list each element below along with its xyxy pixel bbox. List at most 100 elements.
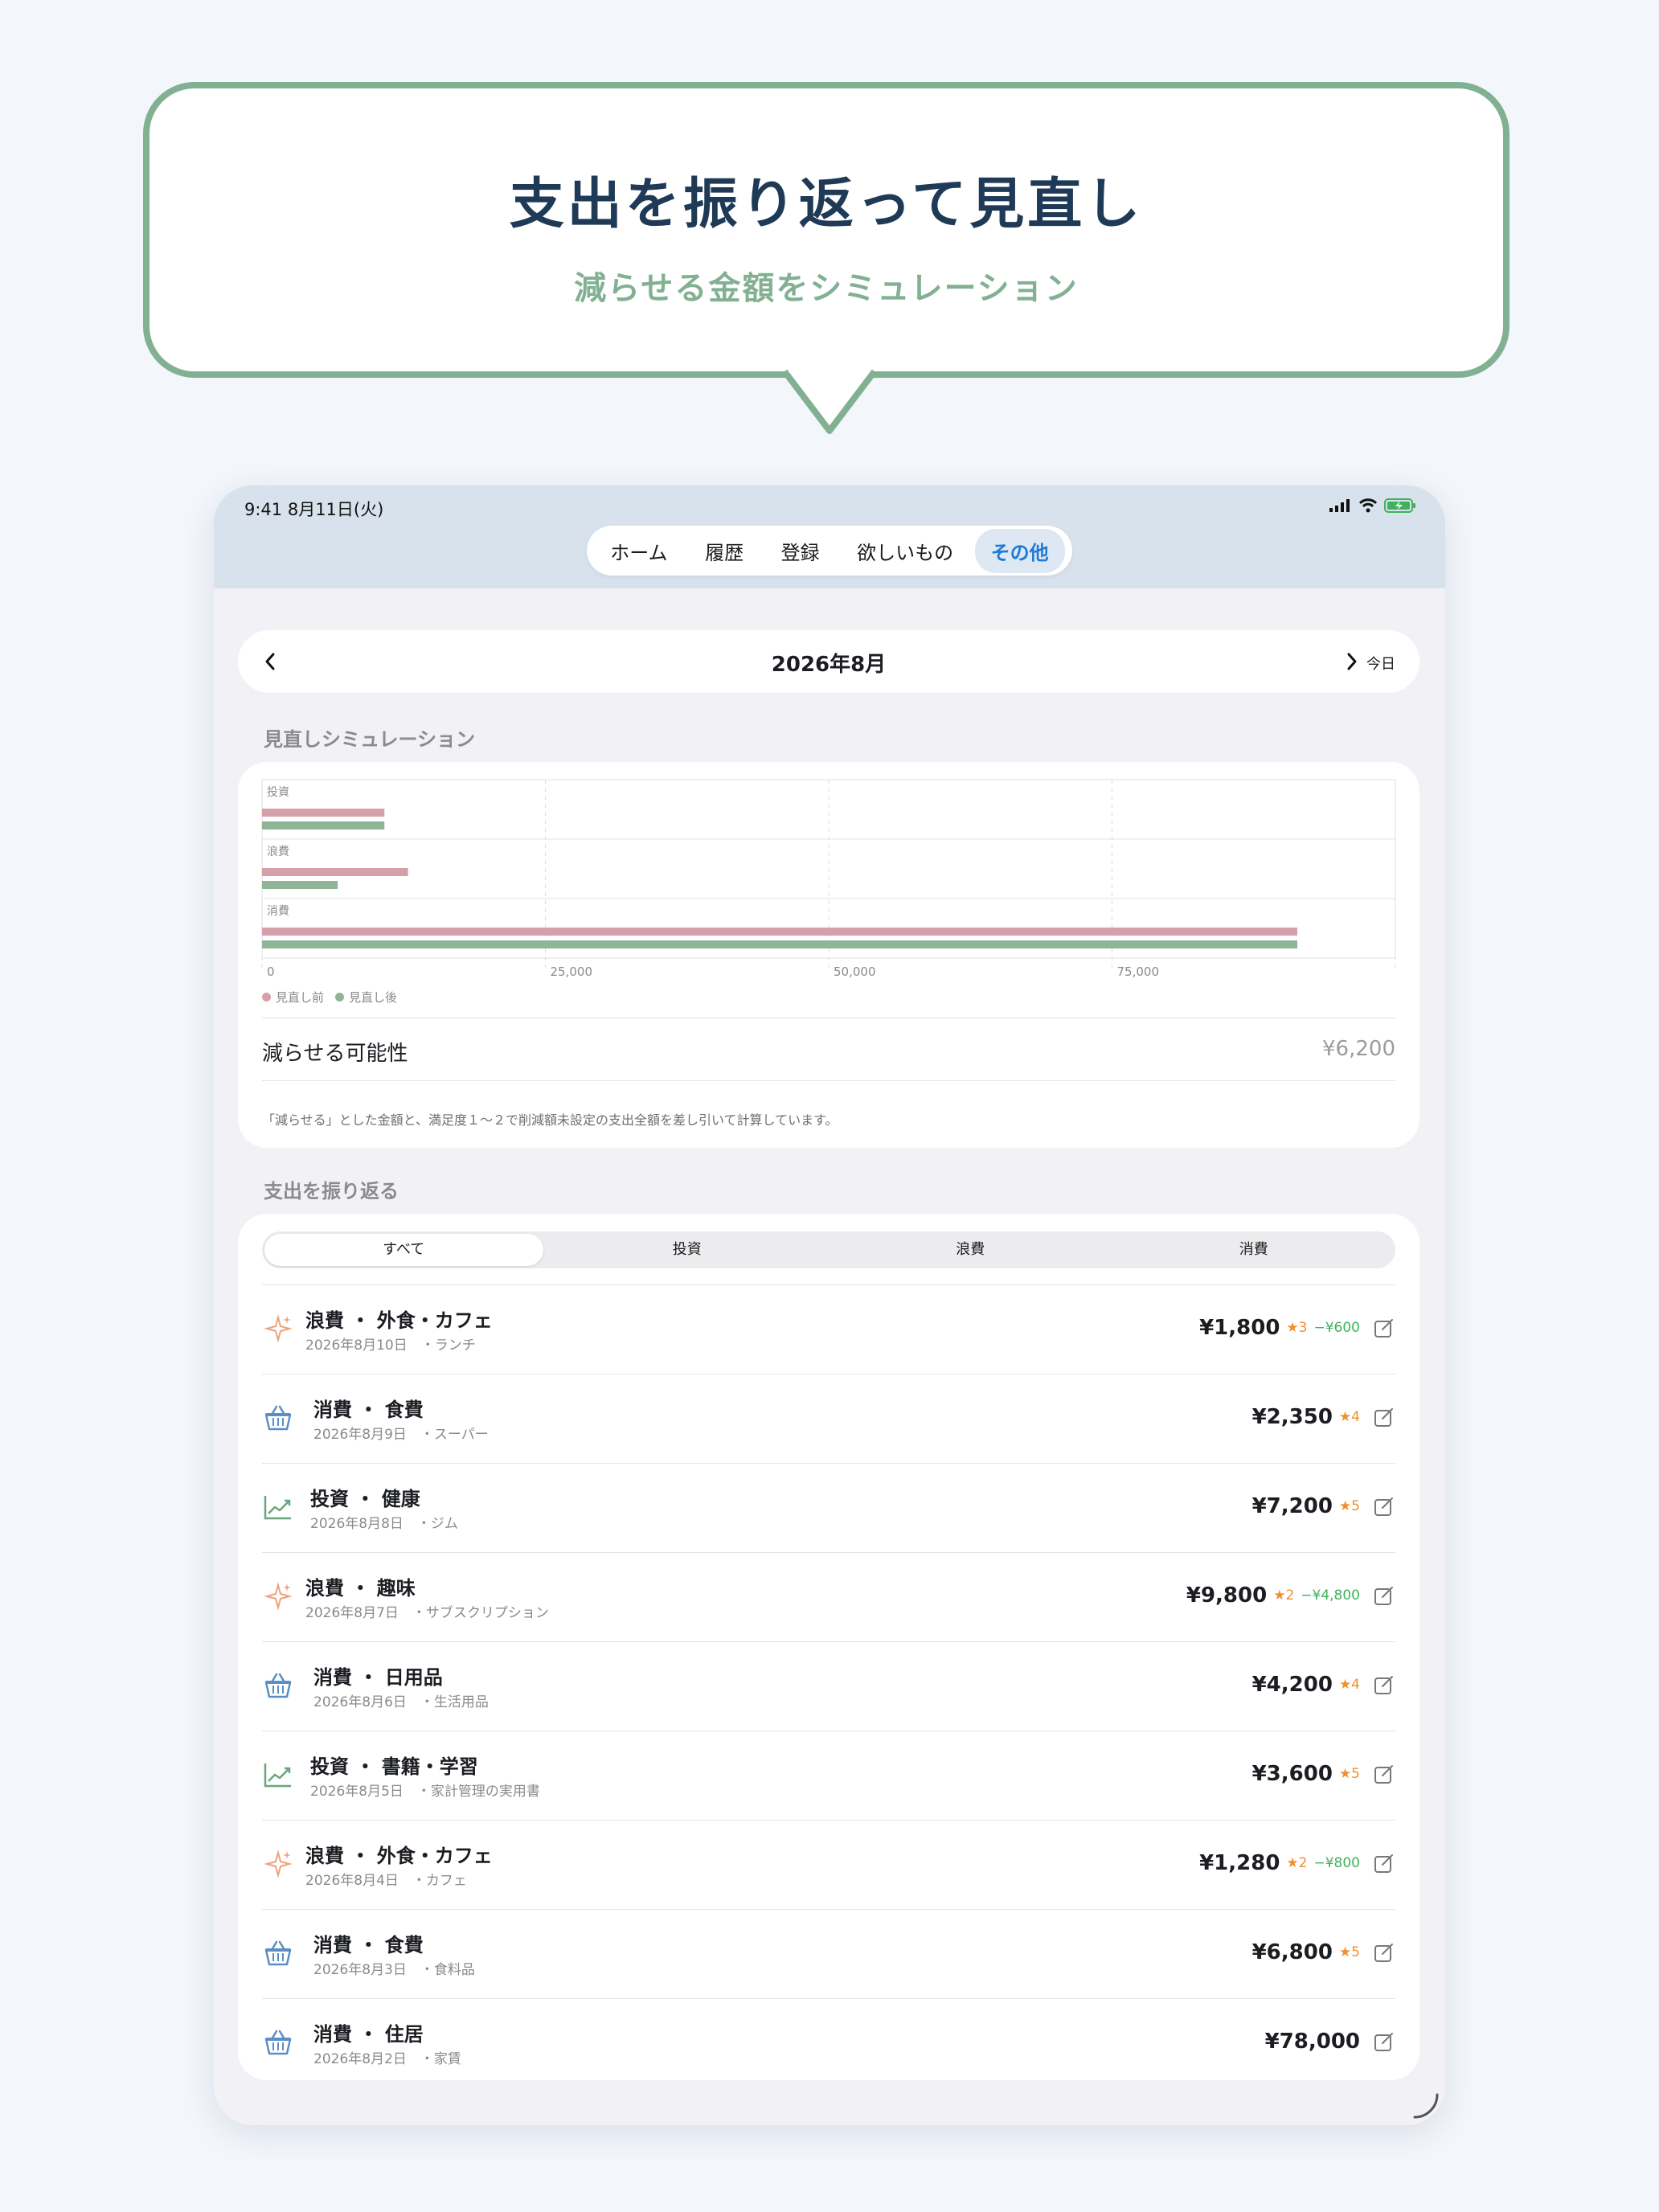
category-label: 消費 xyxy=(267,905,289,918)
expense-right: ¥1,800 ★3 −¥600 xyxy=(1199,1316,1395,1340)
promo-subhead: 減らせる金額をシミュレーション xyxy=(574,270,1079,307)
expense-row[interactable]: 消費 ・ 食費 2026年8月9日 ・スーパー ¥2,350 ★4 xyxy=(262,1374,1395,1463)
expense-title: 浪費 ・ 外食・カフェ xyxy=(305,1309,493,1332)
expense-title: 消費 ・ 食費 xyxy=(313,1399,424,1421)
tab-register[interactable]: 登録 xyxy=(765,529,836,573)
satisfaction-stars: ★2 xyxy=(1286,1855,1308,1871)
satisfaction-stars: ★4 xyxy=(1338,1677,1360,1693)
expense-title: 消費 ・ 日用品 xyxy=(313,1666,443,1689)
simulation-card: 0 25,000 50,000 75,000 投資 浪費 消費 見直し前 見直し後 減らせる… xyxy=(238,762,1419,1148)
edit-icon[interactable] xyxy=(1373,1584,1395,1607)
edit-icon[interactable] xyxy=(1373,1673,1395,1696)
bubble-tail xyxy=(784,368,875,434)
category-label: 投資 xyxy=(267,786,289,799)
simulation-chart: 0 25,000 50,000 75,000 投資浪費消費 xyxy=(261,779,1396,979)
expense-date-memo: 2026年8月6日 ・生活用品 xyxy=(313,1694,489,1710)
expense-row[interactable]: 浪費 ・ 外食・カフェ 2026年8月4日 ・カフェ ¥1,280 ★2 −¥800 xyxy=(262,1820,1395,1909)
expense-amount: ¥1,800 xyxy=(1199,1316,1280,1340)
bar-before xyxy=(262,928,1298,936)
battery-icon xyxy=(1384,498,1415,513)
expense-title: 消費 ・ 食費 xyxy=(313,1934,424,1956)
segment-waste[interactable]: 浪費 xyxy=(831,1234,1110,1266)
signal-icon xyxy=(1329,499,1350,512)
chevron-right-icon[interactable] xyxy=(1341,649,1363,674)
saving-amount: −¥800 xyxy=(1313,1855,1360,1871)
edit-icon[interactable] xyxy=(1373,1406,1395,1428)
expense-right: ¥3,600 ★5 xyxy=(1252,1762,1395,1786)
reduce-label: 減らせる可能性 xyxy=(262,1042,408,1066)
edit-icon[interactable] xyxy=(1373,1495,1395,1518)
chart-legend: 見直し前 見直し後 xyxy=(262,989,397,1006)
expense-row[interactable]: 浪費 ・ 趣味 2026年8月7日 ・サブスクリプション ¥9,800 ★2 −¥4,8… xyxy=(262,1552,1395,1641)
month-title: 2026年8月 xyxy=(771,653,887,677)
expense-right: ¥2,350 ★4 xyxy=(1252,1405,1395,1429)
legend-before: 見直し前 xyxy=(262,989,324,1006)
expense-right: ¥78,000 xyxy=(1265,2030,1395,2054)
top-bar: 9:41 8月11日(火) ホーム 履歴 登録 欲しいもの その他 xyxy=(214,485,1445,588)
satisfaction-stars: ★2 xyxy=(1273,1587,1295,1604)
bar-after xyxy=(262,821,385,830)
x-tick-label: 0 xyxy=(267,965,275,979)
expense-list: 浪費 ・ 外食・カフェ 2026年8月10日 ・ランチ ¥1,800 ★3 −¥600 消… xyxy=(238,1284,1419,2087)
edit-icon[interactable] xyxy=(1373,1317,1395,1339)
review-card: すべて 投資 浪費 消費 浪費 ・ 外食・カフェ 2026年8月10日 ・ランチ ¥… xyxy=(238,1214,1419,2080)
expense-amount: ¥7,200 xyxy=(1251,1494,1333,1518)
expense-date-memo: 2026年8月9日 ・スーパー xyxy=(313,1427,489,1443)
tab-home[interactable]: ホーム xyxy=(594,529,683,573)
expense-date-memo: 2026年8月7日 ・サブスクリプション xyxy=(305,1605,549,1621)
expense-amount: ¥3,600 xyxy=(1251,1762,1333,1786)
expense-title: 投資 ・ 健康 xyxy=(310,1488,420,1510)
expense-date-memo: 2026年8月8日 ・ジム xyxy=(310,1516,458,1532)
segment-investment[interactable]: 投資 xyxy=(548,1234,827,1266)
edit-icon[interactable] xyxy=(1373,1941,1395,1964)
expense-amount: ¥9,800 xyxy=(1186,1583,1268,1608)
legend-after: 見直し後 xyxy=(335,989,397,1006)
segment-all[interactable]: すべて xyxy=(264,1234,543,1266)
expense-amount: ¥4,200 xyxy=(1251,1673,1333,1697)
expense-amount: ¥6,800 xyxy=(1251,1940,1333,1964)
today-button[interactable]: 今日 xyxy=(1366,653,1395,674)
expense-right: ¥4,200 ★4 xyxy=(1252,1673,1395,1697)
bar-before xyxy=(262,809,385,817)
expense-row[interactable]: 消費 ・ 食費 2026年8月3日 ・食料品 ¥6,800 ★5 xyxy=(262,1909,1395,1998)
divider xyxy=(262,1080,1395,1081)
edit-icon[interactable] xyxy=(1373,1852,1395,1874)
month-selector: 2026年8月 今日 xyxy=(238,630,1419,693)
tab-wishlist[interactable]: 欲しいもの xyxy=(841,529,969,573)
edit-icon[interactable] xyxy=(1373,2030,1395,2053)
expense-right: ¥6,800 ★5 xyxy=(1252,1940,1395,1964)
status-icons xyxy=(1329,498,1416,513)
segment-consumption[interactable]: 消費 xyxy=(1115,1234,1394,1266)
simulation-note: 「減らせる」とした金額と、満足度１〜２で削減額未設定の支出全額を差し引いて計算し… xyxy=(262,1112,838,1128)
satisfaction-stars: ★4 xyxy=(1338,1409,1360,1425)
review-section-label: 支出を振り返る xyxy=(264,1180,399,1202)
tab-bar: ホーム 履歴 登録 欲しいもの その他 xyxy=(587,526,1072,576)
expense-title: 浪費 ・ 趣味 xyxy=(305,1577,416,1600)
resize-handle-icon[interactable] xyxy=(1410,2090,1442,2122)
expense-right: ¥9,800 ★2 −¥4,800 xyxy=(1186,1583,1395,1608)
category-segmented-control: すべて 投資 浪費 消費 xyxy=(262,1231,1395,1268)
expense-row[interactable]: 浪費 ・ 外食・カフェ 2026年8月10日 ・ランチ ¥1,800 ★3 −¥600 xyxy=(262,1284,1395,1374)
bar-after xyxy=(262,881,338,889)
bar-before xyxy=(262,868,408,876)
expense-row[interactable]: 投資 ・ 健康 2026年8月8日 ・ジム ¥7,200 ★5 xyxy=(262,1463,1395,1552)
edit-icon[interactable] xyxy=(1373,1763,1395,1785)
expense-title: 投資 ・ 書籍・学習 xyxy=(310,1755,478,1778)
promo-headline: 支出を振り返って見直し xyxy=(509,173,1144,236)
x-tick-label: 75,000 xyxy=(1117,965,1160,979)
wifi-icon xyxy=(1358,498,1378,513)
expense-date-memo: 2026年8月10日 ・ランチ xyxy=(305,1337,476,1354)
expense-amount: ¥1,280 xyxy=(1199,1851,1280,1875)
expense-right: ¥7,200 ★5 xyxy=(1252,1494,1395,1518)
expense-row[interactable]: 投資 ・ 書籍・学習 2026年8月5日 ・家計管理の実用書 ¥3,600 ★5 xyxy=(262,1731,1395,1820)
saving-amount: −¥4,800 xyxy=(1301,1587,1360,1604)
satisfaction-stars: ★5 xyxy=(1338,1944,1360,1960)
expense-amount: ¥78,000 xyxy=(1264,2030,1360,2054)
expense-row[interactable]: 消費 ・ 住居 2026年8月2日 ・家賃 ¥78,000 xyxy=(262,1998,1395,2087)
reduce-value: ¥6,200 xyxy=(1322,1037,1395,1061)
tab-other[interactable]: その他 xyxy=(974,528,1065,573)
expense-title: 浪費 ・ 外食・カフェ xyxy=(305,1845,493,1867)
expense-row[interactable]: 消費 ・ 日用品 2026年8月6日 ・生活用品 ¥4,200 ★4 xyxy=(262,1641,1395,1731)
tab-history[interactable]: 履歴 xyxy=(689,529,760,573)
expense-title: 消費 ・ 住居 xyxy=(313,2023,424,2046)
